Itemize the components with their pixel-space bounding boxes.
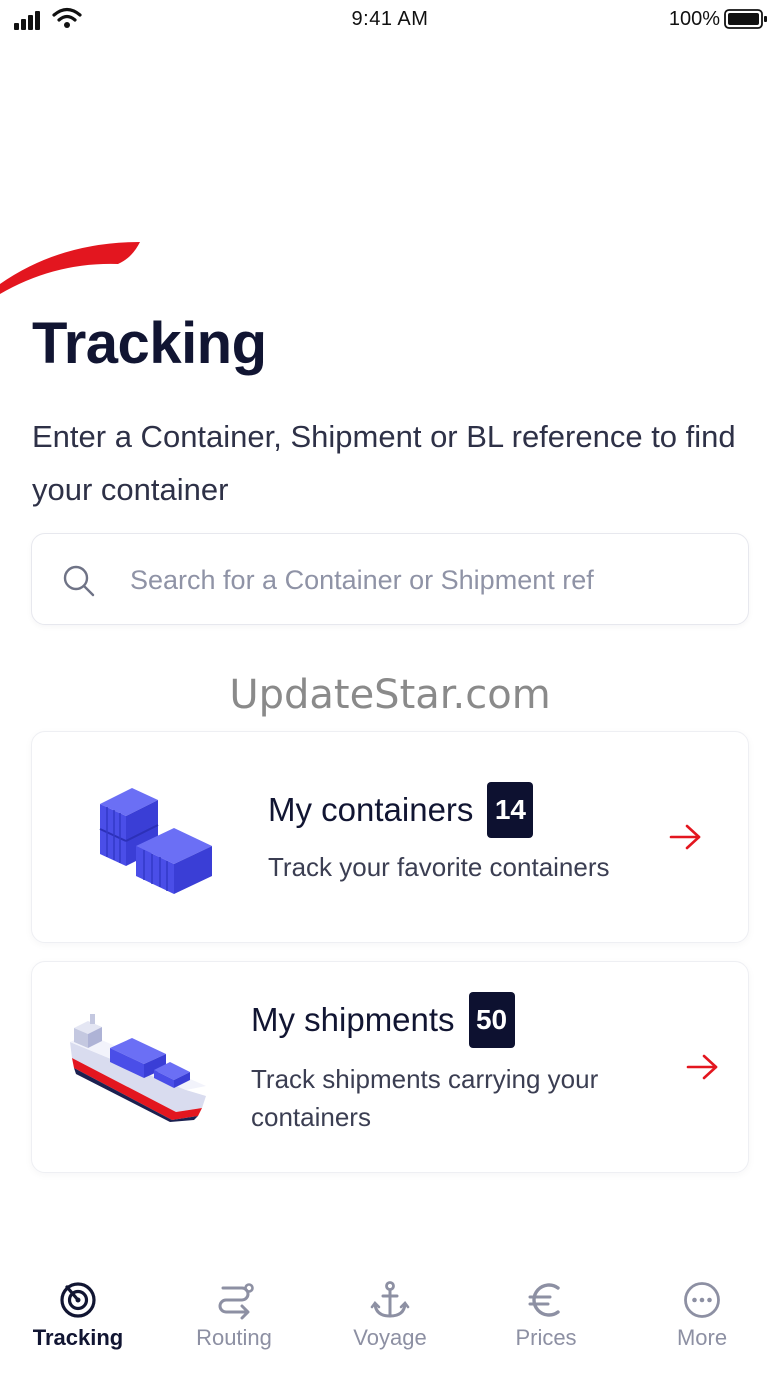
nav-label: More: [676, 1325, 728, 1350]
page-subtitle: Enter a Container, Shipment or BL refere…: [32, 419, 736, 507]
containers-illustration: [99, 788, 212, 894]
battery-icon: [724, 9, 767, 29]
watermark: UpdateStar.com: [229, 672, 551, 718]
card-title: My containers 14: [268, 782, 534, 838]
my-shipments-description: Track shipments carrying your containers: [251, 1064, 599, 1132]
brand-swoosh-logo: [0, 242, 140, 294]
euro-icon: [528, 1283, 560, 1317]
radar-icon: [60, 1282, 96, 1318]
card-title: My shipments 50: [251, 992, 515, 1048]
status-bar: 9:41 AM 100%: [0, 0, 780, 40]
page-title: Tracking: [32, 311, 267, 376]
containers-count-badge: 14: [487, 782, 534, 838]
shipments-count-badge: 50: [468, 992, 515, 1048]
nav-label: Voyage: [353, 1325, 427, 1350]
nav-item-voyage[interactable]: Voyage: [312, 1270, 468, 1370]
more-icon: [684, 1282, 720, 1318]
bottom-nav: Tracking Routing Voyage Prices More: [0, 1270, 780, 1387]
my-shipments-title: My shipments: [251, 1001, 455, 1038]
nav-item-prices[interactable]: Prices: [468, 1270, 624, 1370]
my-shipments-card[interactable]: My shipments 50 Track shipments carrying …: [31, 961, 749, 1173]
search-input[interactable]: [130, 554, 730, 606]
search-icon: [63, 565, 95, 597]
arrow-right-icon[interactable]: [668, 822, 704, 852]
search-box[interactable]: [31, 533, 749, 625]
nav-label: Tracking: [32, 1325, 124, 1350]
arrow-right-icon[interactable]: [685, 1052, 721, 1082]
nav-label: Routing: [196, 1325, 272, 1350]
nav-item-more[interactable]: More: [624, 1270, 780, 1370]
route-icon: [218, 1283, 254, 1320]
my-containers-title: My containers: [268, 791, 474, 828]
nav-item-tracking[interactable]: Tracking: [0, 1270, 156, 1370]
anchor-icon: [370, 1281, 410, 1318]
my-containers-description: Track your favorite containers: [268, 852, 610, 882]
status-time: 9:41 AM: [351, 8, 429, 30]
my-containers-card[interactable]: My containers 14 Track your favorite cont…: [31, 731, 749, 943]
nav-item-routing[interactable]: Routing: [156, 1270, 312, 1370]
battery-percent: 100%: [668, 8, 720, 30]
ship-illustration: [70, 1014, 206, 1122]
nav-label: Prices: [515, 1325, 577, 1350]
